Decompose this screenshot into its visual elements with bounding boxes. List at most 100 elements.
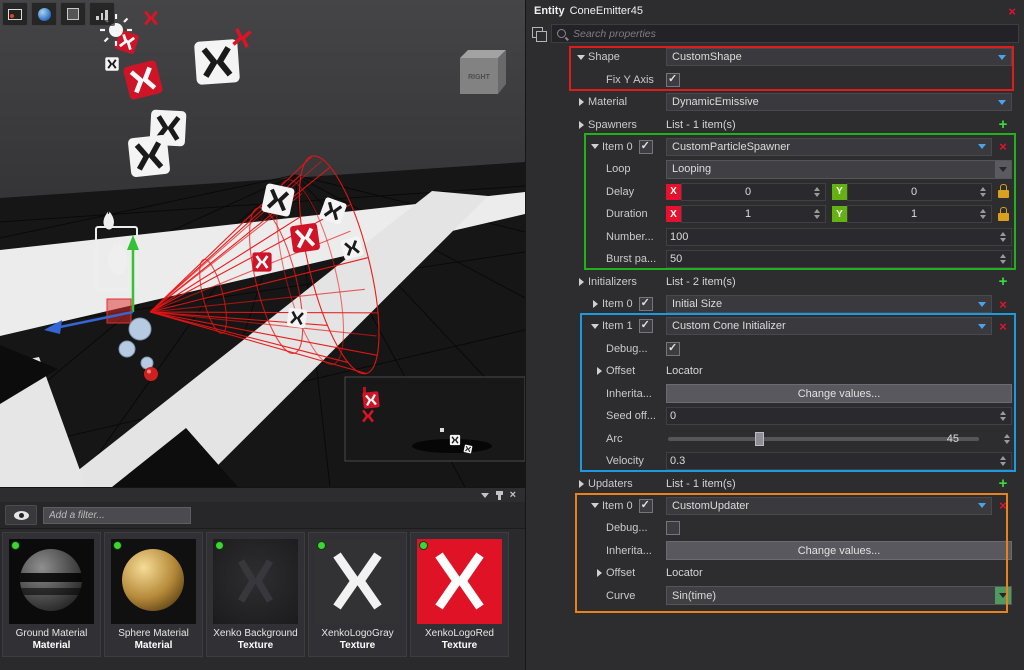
expander-icon[interactable] xyxy=(588,503,602,508)
seed-offset-field[interactable]: 0 xyxy=(666,407,1012,425)
row-init-item1: Item 1 Custom Cone Initializer × xyxy=(526,315,1024,337)
spinner[interactable] xyxy=(997,456,1008,466)
asset-card-ground-material[interactable]: Ground Material Material xyxy=(2,532,101,657)
spinner[interactable] xyxy=(997,411,1008,421)
add-item-icon[interactable]: + xyxy=(999,476,1008,491)
arc-slider[interactable]: 45 xyxy=(666,431,997,447)
property-label: Debug... xyxy=(606,343,648,355)
duration-y-field[interactable]: 1 xyxy=(847,205,992,223)
property-label: Duration xyxy=(606,208,648,220)
expander-icon[interactable] xyxy=(592,569,606,577)
combo-value: CustomParticleSpawner xyxy=(672,141,978,153)
pin-icon[interactable] xyxy=(498,491,501,500)
render-mode-button[interactable] xyxy=(2,2,28,26)
delete-item-icon[interactable]: × xyxy=(999,140,1007,153)
property-label: Inherita... xyxy=(606,545,652,557)
asset-filter-input[interactable] xyxy=(43,507,191,524)
number-field[interactable]: 100 xyxy=(666,228,1012,246)
view-cube[interactable]: RIGHT xyxy=(460,50,506,94)
asset-panel-header: × xyxy=(0,488,525,502)
expander-icon[interactable] xyxy=(588,144,602,149)
properties-stack-icon[interactable] xyxy=(531,26,546,41)
gizmo-options-button[interactable] xyxy=(60,2,86,26)
delay-x-field[interactable]: 0 xyxy=(681,183,826,201)
item-enabled-checkbox[interactable] xyxy=(639,140,653,154)
expander-icon[interactable] xyxy=(574,121,588,129)
duration-x-field[interactable]: 1 xyxy=(681,205,826,223)
property-label: Velocity xyxy=(606,455,644,467)
burst-field[interactable]: 50 xyxy=(666,250,1012,268)
expander-icon[interactable] xyxy=(574,278,588,286)
spinner[interactable] xyxy=(997,254,1008,264)
property-label: Delay xyxy=(606,186,634,198)
item-enabled-checkbox[interactable] xyxy=(639,499,653,513)
material-combo[interactable]: DynamicEmissive xyxy=(666,93,1012,111)
spinner[interactable] xyxy=(1001,434,1012,444)
asset-card-xenkologogray[interactable]: XenkoLogoGray Texture xyxy=(308,532,407,657)
stats-button[interactable] xyxy=(89,2,115,26)
expander-icon[interactable] xyxy=(588,324,602,329)
initializer-type-combo[interactable]: Custom Cone Initializer xyxy=(666,317,992,335)
close-icon[interactable]: × xyxy=(1008,5,1016,18)
property-label: Material xyxy=(588,96,627,108)
change-values-button[interactable]: Change values... xyxy=(666,541,1012,560)
lock-icon[interactable] xyxy=(998,213,1009,221)
spinner[interactable] xyxy=(977,209,988,219)
property-label: Curve xyxy=(606,590,635,602)
select-value: Looping xyxy=(672,163,995,175)
debug-checkbox[interactable] xyxy=(666,521,680,535)
dropdown-button[interactable] xyxy=(995,587,1011,604)
scene-viewport[interactable]: RIGHT xyxy=(0,0,525,487)
close-icon[interactable]: × xyxy=(510,490,516,501)
asset-card-sphere-material[interactable]: Sphere Material Material xyxy=(104,532,203,657)
expander-icon[interactable] xyxy=(592,367,606,375)
spinner[interactable] xyxy=(811,187,822,197)
visibility-filter-button[interactable] xyxy=(5,505,37,525)
property-label: Item 1 xyxy=(602,320,633,332)
property-label: Fix Y Axis xyxy=(606,74,654,86)
property-rows: Shape CustomShape Fix Y Axis Material Dy… xyxy=(526,46,1024,607)
dropdown-button[interactable] xyxy=(995,161,1011,178)
delete-item-icon[interactable]: × xyxy=(999,298,1007,311)
expander-icon[interactable] xyxy=(574,480,588,488)
select-value: Sin(time) xyxy=(672,590,995,602)
asset-card-xenkologored[interactable]: XenkoLogoRed Texture xyxy=(410,532,509,657)
row-updater-debug: Debug... xyxy=(526,517,1024,539)
expander-icon[interactable] xyxy=(574,98,588,106)
search-properties-input[interactable] xyxy=(571,27,1013,41)
spinner[interactable] xyxy=(997,232,1008,242)
debug-checkbox[interactable] xyxy=(666,342,680,356)
delete-item-icon[interactable]: × xyxy=(999,499,1007,512)
shape-combo[interactable]: CustomShape xyxy=(666,48,1012,66)
asset-browser-panel: × Gro xyxy=(0,487,525,670)
add-item-icon[interactable]: + xyxy=(999,117,1008,132)
slider-track[interactable] xyxy=(668,437,979,441)
chevron-down-icon[interactable] xyxy=(481,493,489,498)
initializer-type-combo[interactable]: Initial Size xyxy=(666,295,992,313)
viewport-render[interactable]: RIGHT xyxy=(0,0,525,487)
item-enabled-checkbox[interactable] xyxy=(639,297,653,311)
delete-item-icon[interactable]: × xyxy=(999,320,1007,333)
curve-select[interactable]: Sin(time) xyxy=(666,586,1012,605)
spinner[interactable] xyxy=(977,187,988,197)
asset-card-xenko-background[interactable]: Xenko Background Texture xyxy=(206,532,305,657)
updater-type-combo[interactable]: CustomUpdater xyxy=(666,497,992,515)
loop-select[interactable]: Looping xyxy=(666,160,1012,179)
spinner[interactable] xyxy=(811,209,822,219)
item-enabled-checkbox[interactable] xyxy=(639,319,653,333)
expander-icon[interactable] xyxy=(588,300,602,308)
slider-thumb[interactable] xyxy=(755,432,764,446)
property-grid-panel: Entity ConeEmitter45 × Shape CustomShape… xyxy=(525,0,1024,670)
x-badge: X xyxy=(666,184,681,200)
lock-icon[interactable] xyxy=(998,190,1009,198)
spawner-type-combo[interactable]: CustomParticleSpawner xyxy=(666,138,992,156)
fix-y-axis-checkbox[interactable] xyxy=(666,73,680,87)
entity-name: ConeEmitter45 xyxy=(570,5,643,17)
delay-y-field[interactable]: 0 xyxy=(847,183,992,201)
field-value: 0.3 xyxy=(670,455,997,467)
world-button[interactable] xyxy=(31,2,57,26)
add-item-icon[interactable]: + xyxy=(999,274,1008,289)
velocity-field[interactable]: 0.3 xyxy=(666,452,1012,470)
expander-icon[interactable] xyxy=(574,55,588,60)
change-values-button[interactable]: Change values... xyxy=(666,384,1012,403)
